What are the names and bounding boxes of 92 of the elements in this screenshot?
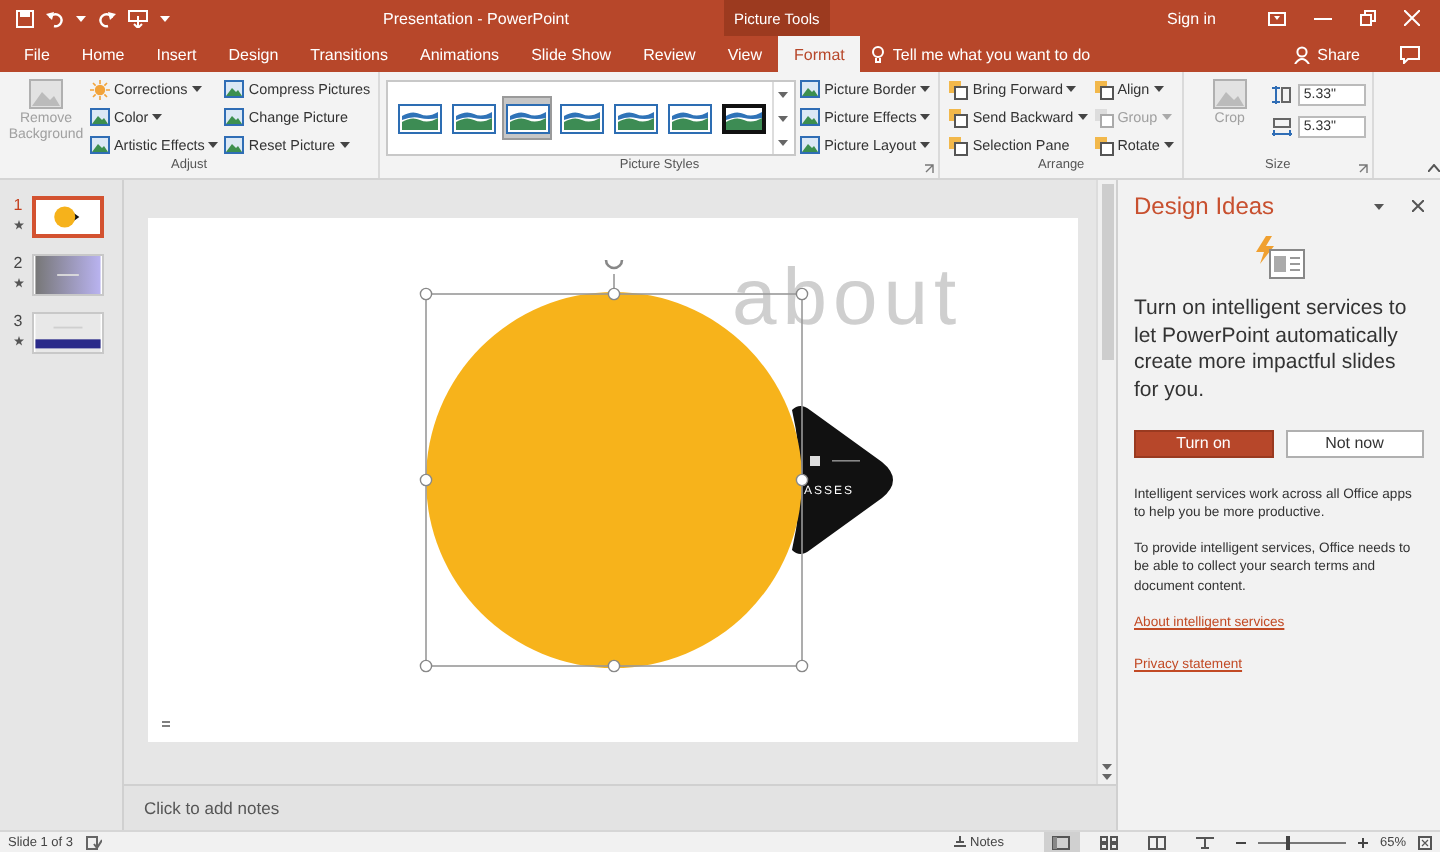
slide-thumbnail[interactable] [32, 312, 104, 354]
ribbon-tab[interactable]: Insert [140, 36, 213, 72]
ribbon-tab[interactable]: Slide Show [515, 36, 628, 72]
view-icon [1196, 835, 1215, 849]
touch-mode-icon[interactable] [128, 9, 148, 27]
design-ideas-icon [1253, 236, 1305, 280]
undo-icon[interactable] [46, 9, 64, 27]
dialog-launcher-icon[interactable] [924, 164, 935, 174]
pane-title: Design Ideas [1134, 192, 1277, 220]
caret-icon [1066, 86, 1077, 92]
picture-icon [90, 108, 110, 126]
caret-icon [1153, 86, 1164, 92]
notes-mark-icon [161, 721, 171, 727]
save-icon[interactable] [16, 9, 34, 27]
ribbon-tab[interactable]: Home [65, 36, 141, 72]
picture-icon [90, 136, 110, 154]
close-icon[interactable] [1412, 200, 1424, 212]
layers-icon [948, 107, 969, 127]
picture-icon [800, 136, 821, 154]
ribbon-tab[interactable]: Review [627, 36, 712, 72]
view-icon [1052, 835, 1071, 849]
caret-icon [160, 15, 170, 21]
picture-icon [28, 78, 64, 110]
caret-icon [920, 114, 931, 120]
comment-icon[interactable] [1400, 45, 1420, 63]
picture-icon [800, 108, 821, 126]
view-icon [1148, 835, 1167, 849]
ribbon-tab[interactable]: Format [778, 36, 861, 72]
slide-number: 1 [13, 196, 23, 214]
caret-icon [1077, 114, 1088, 120]
slide-number: 2 [13, 254, 23, 272]
ribbon-tab[interactable]: File [8, 36, 66, 72]
pane-message: Turn on intelligent services to let PowerPoint automatically create more impactful slides for you. [1134, 296, 1409, 406]
tell-me-field[interactable]: Tell me what you want to do [892, 45, 1091, 63]
ribbon-tab[interactable]: Transitions [294, 36, 404, 72]
fit-slide-icon[interactable] [1418, 835, 1432, 849]
caret-icon [920, 86, 931, 92]
zoom-in-icon[interactable] [1357, 837, 1368, 847]
layers-icon [1093, 107, 1114, 127]
ribbon-tab[interactable]: Animations [403, 36, 516, 72]
turn-on-button[interactable]: Turn on [1134, 429, 1273, 458]
caret-icon [191, 86, 202, 92]
caret-icon [76, 15, 86, 21]
picture-icon [224, 136, 245, 154]
caret-icon [1374, 203, 1384, 209]
picture-icon [224, 108, 245, 126]
style-thumbnail[interactable] [502, 96, 553, 140]
window-title: Presentation - PowerPoint [381, 7, 571, 31]
restore-icon[interactable] [1360, 10, 1376, 26]
ribbon-tab[interactable]: View [711, 36, 779, 72]
view-button[interactable] [1043, 832, 1080, 852]
ribbon-tab[interactable]: Design [212, 36, 295, 72]
image-icon [810, 456, 820, 466]
layers-icon [1093, 79, 1114, 99]
vertical-scrollbar[interactable] [1096, 180, 1116, 784]
slide-number: 3 [13, 312, 23, 330]
slide-thumbnail[interactable] [32, 254, 104, 296]
dialog-launcher-icon[interactable] [1357, 164, 1368, 174]
caret-icon [339, 142, 350, 148]
width-icon [1271, 118, 1292, 136]
layers-icon [948, 79, 969, 99]
view-icon [1100, 835, 1119, 849]
caret-icon [778, 139, 789, 145]
rounded-shape[interactable] [792, 406, 893, 554]
share-button[interactable]: Share [1281, 36, 1372, 72]
caret-icon [778, 115, 789, 121]
zoom-out-icon[interactable] [1235, 837, 1246, 847]
spelling-icon[interactable] [85, 835, 102, 849]
caret-icon [1163, 142, 1174, 148]
lightbulb-icon [872, 45, 885, 63]
picture-icon [1211, 78, 1248, 110]
picture-icon [224, 80, 245, 98]
caret-icon [778, 91, 789, 97]
person-icon [1293, 45, 1310, 63]
height-icon [1271, 86, 1292, 104]
layers-icon [948, 135, 969, 155]
minimize-icon[interactable] [1314, 17, 1332, 19]
rule-line [832, 460, 860, 462]
notes-icon [954, 836, 966, 848]
layers-icon [1093, 135, 1114, 155]
caret-icon [152, 114, 163, 120]
picture-icon [800, 80, 821, 98]
sun-icon [90, 79, 110, 99]
dismiss-button[interactable]: Not now [1285, 429, 1424, 458]
sign-in-link[interactable]: Sign in [1151, 0, 1232, 36]
caret-icon [208, 142, 219, 148]
redo-icon[interactable] [98, 9, 116, 27]
ribbon-options-icon[interactable] [1268, 11, 1286, 25]
caret-icon [920, 142, 931, 148]
slide-thumbnail[interactable] [32, 196, 104, 238]
collapse-ribbon-icon[interactable] [1428, 164, 1440, 172]
caret-icon [1161, 114, 1172, 120]
